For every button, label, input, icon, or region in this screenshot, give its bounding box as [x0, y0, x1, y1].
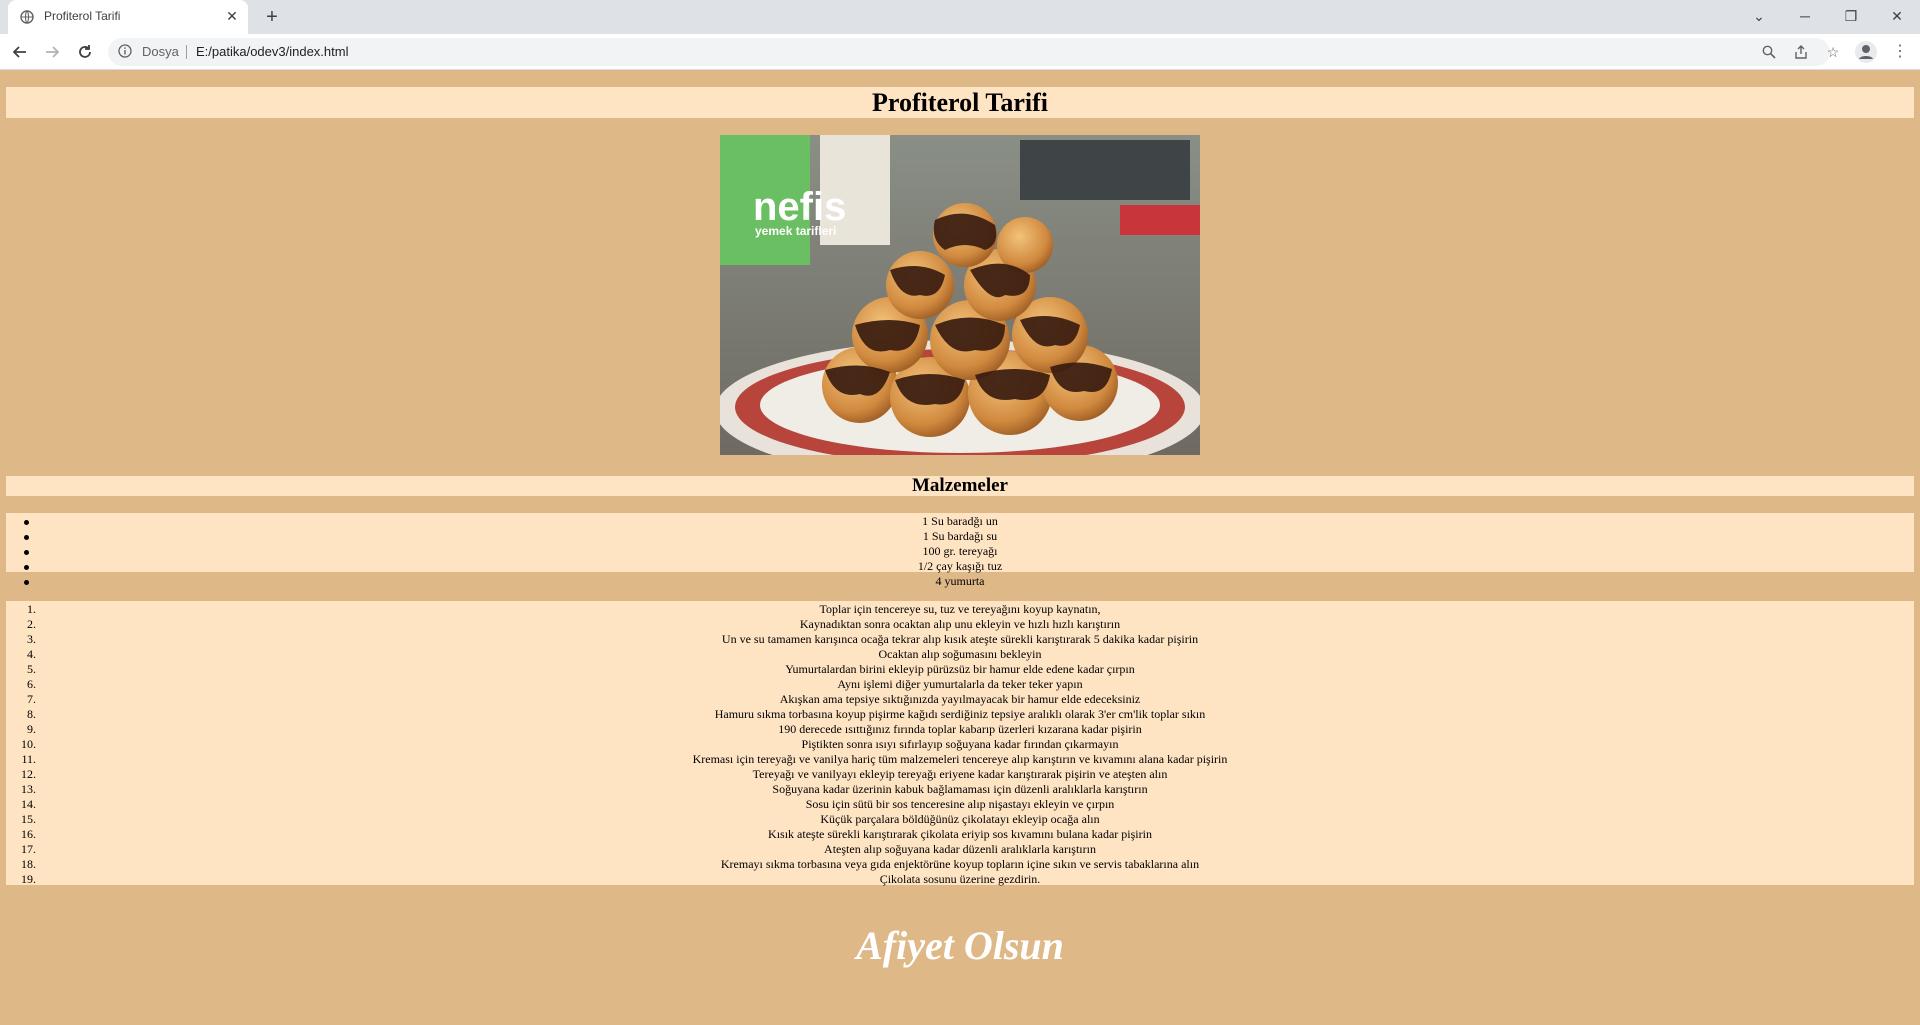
list-item: 14. Sosu için sütü bir sos tenceresine al…	[21, 797, 1115, 811]
browser-toolbar: Dosya E:/patika/odev3/index.html ☆ ⋮	[0, 34, 1920, 70]
zoom-icon[interactable]	[1760, 43, 1778, 61]
list-item: 4 yumurta	[6, 574, 1914, 589]
list-item: 16. Kısık ateşte sürekli karıştırarak çik…	[21, 827, 1152, 841]
share-icon[interactable]	[1792, 43, 1810, 61]
list-item: 12. Tereyağı ve vanilyayı ekleyip tereyağ…	[21, 767, 1168, 781]
back-icon[interactable]	[8, 40, 32, 64]
tab-search-icon[interactable]: ⌄	[1744, 4, 1774, 28]
browser-tab[interactable]: Profiterol Tarifi ✕	[8, 0, 248, 34]
kebab-menu-icon[interactable]: ⋮	[1890, 40, 1910, 64]
globe-icon	[20, 10, 34, 24]
list-item: 4. Ocaktan alıp soğumasını bekleyin	[27, 647, 1042, 661]
url-text[interactable]: E:/patika/odev3/index.html	[196, 44, 348, 59]
profiterole-photo: nefis yemek tarifleri	[720, 135, 1200, 455]
minimize-icon[interactable]: ─	[1790, 4, 1820, 28]
bullet-icon	[24, 520, 29, 525]
footer-message: Afiyet Olsun	[856, 923, 1064, 968]
list-item: 1 Su bardağı su	[6, 529, 1914, 544]
forward-icon[interactable]	[40, 40, 64, 64]
ingredients-heading: Malzemeler	[6, 476, 1914, 496]
bullet-icon	[24, 565, 29, 570]
bullet-icon	[24, 580, 29, 585]
close-tab-icon[interactable]: ✕	[224, 8, 240, 24]
list-item: 2. Kaynadıktan sonra ocaktan alıp unu ekl…	[27, 617, 1121, 631]
address-separator	[186, 45, 187, 59]
list-item: 15. Küçük parçalara böldüğünüz çikolatayı…	[21, 812, 1100, 826]
brand-logo: nefis	[753, 185, 846, 229]
page-title: Profiterol Tarifi	[6, 87, 1914, 118]
list-item: 3. Un ve su tamamen karışınca ocağa tekra…	[27, 632, 1199, 646]
browser-chrome: Profiterol Tarifi ✕ + ⌄ ─ ❐ ✕ Dosya E:/p…	[0, 0, 1920, 70]
list-item: 6. Aynı işlemi diğer yumurtalarla da teke…	[27, 677, 1083, 691]
list-item: 10. Piştikten sonra ısıyı sıfırlayıp soğu…	[21, 737, 1119, 751]
reload-icon[interactable]	[73, 40, 97, 64]
list-item: 13. Soğuyana kadar üzerinin kabuk bağlama…	[21, 782, 1148, 796]
page-body: Profiterol Tarifi nefis yemek tarifleri …	[0, 70, 1920, 1025]
site-info-label: Dosya	[142, 44, 179, 59]
tab-strip: Profiterol Tarifi ✕ + ⌄ ─ ❐ ✕	[0, 0, 1920, 34]
list-item: 1 Su baradğı un	[6, 514, 1914, 529]
list-item: 17. Ateşten alıp soğuyana kadar düzenli a…	[21, 842, 1096, 856]
list-item: 9. 190 derecede ısıttığınız fırında topla…	[27, 722, 1142, 736]
info-icon[interactable]	[118, 44, 132, 58]
close-window-icon[interactable]: ✕	[1882, 4, 1912, 28]
ingredients-list: 1 Su baradğı un 1 Su bardağı su 100 gr. …	[6, 513, 1914, 588]
list-item: 5. Yumurtalardan birini ekleyip pürüzsüz …	[27, 662, 1135, 676]
tab-title: Profiterol Tarifi	[44, 9, 121, 23]
list-item: 18. Kremayı sıkma torbasına veya gıda enj…	[21, 857, 1200, 871]
list-item: 19. Çikolata sosunu üzerine gezdirin.	[21, 872, 1041, 886]
list-item: 11. Kreması için tereyağı ve vanilya hari…	[21, 752, 1228, 766]
restore-icon[interactable]: ❐	[1836, 4, 1866, 28]
list-item: 1/2 çay kaşığı tuz	[6, 559, 1914, 574]
bullet-icon	[24, 550, 29, 555]
brand-tagline: yemek tarifleri	[755, 224, 836, 238]
list-item: 8. Hamuru sıkma torbasına koyup pişirme k…	[27, 707, 1206, 721]
steps-list: 1. Toplar için tencereye su, tuz ve terey…	[6, 601, 1914, 886]
address-bar[interactable]: Dosya E:/patika/odev3/index.html ☆	[108, 38, 1839, 66]
bullet-icon	[24, 535, 29, 540]
new-tab-button[interactable]: +	[260, 5, 284, 29]
profile-avatar-icon[interactable]	[1854, 40, 1878, 64]
list-item: 7. Akışkan ama tepsiye sıktığınızda yayıl…	[27, 692, 1141, 706]
list-item: 100 gr. tereyağı	[6, 544, 1914, 559]
bookmark-star-icon[interactable]: ☆	[1824, 43, 1842, 61]
list-item: 1. Toplar için tencereye su, tuz ve terey…	[27, 602, 1101, 616]
